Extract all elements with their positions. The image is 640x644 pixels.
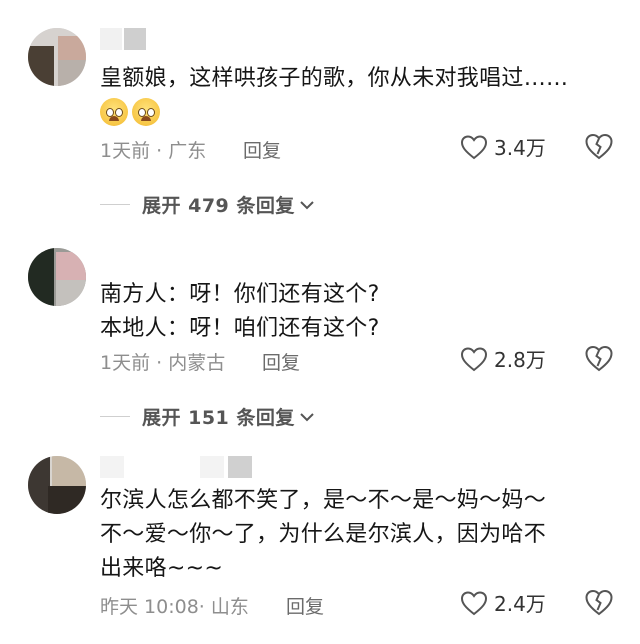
heart-icon xyxy=(460,346,488,371)
like-button[interactable]: 3.4万 xyxy=(460,132,546,161)
dislike-icon[interactable] xyxy=(584,132,614,160)
location: 山东 xyxy=(210,596,249,618)
comment-text: 南方人：呀！你们还有这个? 本地人：呀！咱们还有这个? xyxy=(100,282,380,341)
avatar[interactable] xyxy=(28,248,86,306)
location: 内蒙古 xyxy=(168,352,226,374)
like-button[interactable]: 2.4万 xyxy=(460,588,546,617)
username-blurred[interactable] xyxy=(100,456,260,478)
username-blurred[interactable] xyxy=(100,28,160,50)
timestamp: 1天前 xyxy=(100,352,151,374)
heart-icon xyxy=(460,134,488,159)
comment-meta: 1天前 · 内蒙古 xyxy=(100,352,226,374)
expand-replies-button[interactable]: 展开 479 条回复 xyxy=(100,191,315,218)
like-count: 2.8万 xyxy=(494,348,546,372)
avatar[interactable] xyxy=(28,456,86,514)
like-button[interactable]: 2.8万 xyxy=(460,344,546,373)
comment-1: 皇额娘，这样哄孩子的歌，你从未对我唱过…… 1天前 · 广东 回复 3.4万 展… xyxy=(0,0,640,217)
comment-text: 尔滨人怎么都不笑了，是～不～是～妈～妈～ 不～爱～你～了，为什么是尔滨人，因为哈… xyxy=(100,488,547,581)
dislike-icon[interactable] xyxy=(584,344,614,372)
expand-replies-label: 展开 479 条回复 xyxy=(142,195,295,217)
divider xyxy=(100,416,130,417)
pleading-face-emoji xyxy=(100,98,128,126)
location: 广东 xyxy=(168,140,207,162)
divider xyxy=(100,204,130,205)
expand-replies-button[interactable]: 展开 151 条回复 xyxy=(100,403,315,430)
reply-button[interactable]: 回复 xyxy=(243,136,281,163)
timestamp: 昨天 10:08 xyxy=(100,596,199,618)
timestamp: 1天前 xyxy=(100,140,151,162)
like-count: 3.4万 xyxy=(494,136,546,160)
pleading-face-emoji xyxy=(132,98,160,126)
comment-meta: 昨天 10:08· 山东 xyxy=(100,596,249,618)
comment-meta: 1天前 · 广东 xyxy=(100,140,207,162)
reply-button[interactable]: 回复 xyxy=(262,348,300,375)
expand-replies-label: 展开 151 条回复 xyxy=(142,407,295,429)
avatar[interactable] xyxy=(28,28,86,86)
chevron-down-icon xyxy=(300,412,314,421)
dislike-icon[interactable] xyxy=(584,588,614,616)
heart-icon xyxy=(460,590,488,615)
like-count: 2.4万 xyxy=(494,592,546,616)
comment-text: 皇额娘，这样哄孩子的歌，你从未对我唱过…… xyxy=(100,66,569,91)
reply-button[interactable]: 回复 xyxy=(286,592,324,619)
chevron-down-icon xyxy=(300,200,314,209)
emoji-row xyxy=(100,98,160,126)
